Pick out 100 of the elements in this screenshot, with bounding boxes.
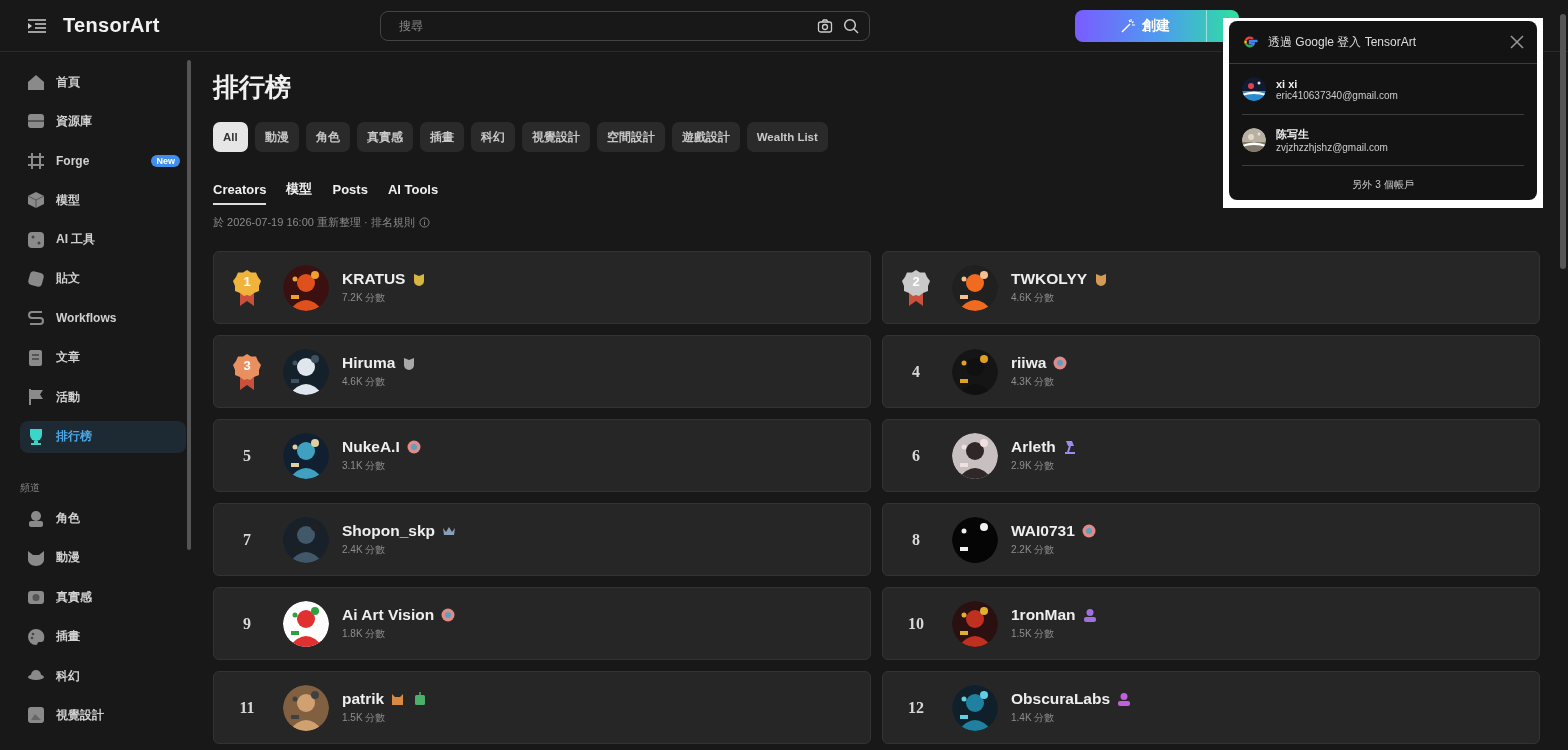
filter-chip[interactable]: 科幻 — [470, 122, 515, 152]
filter-chip[interactable]: Wealth List — [746, 122, 828, 152]
google-icon — [1242, 34, 1258, 50]
menu-icon[interactable] — [28, 18, 46, 33]
filter-chip[interactable]: 視覺設計 — [521, 122, 590, 152]
creator-card[interactable]: 3 Hiruma 4.6K 分數 — [213, 335, 871, 408]
rank-medal: 1 — [232, 268, 262, 307]
search-input[interactable]: 搜尋 — [396, 17, 807, 34]
hash-icon — [26, 150, 46, 171]
tab[interactable]: Posts — [332, 180, 368, 205]
palette-icon — [26, 626, 46, 647]
rank-number: 6 — [912, 446, 920, 465]
creator-card[interactable]: 12 ObscuraLabs 1.4K 分數 — [882, 671, 1540, 744]
account-name: 陈写生 — [1276, 127, 1310, 142]
rank-number: 11 — [239, 698, 255, 717]
logo[interactable]: TensorArt — [63, 14, 160, 37]
page-title: 排行榜 — [213, 72, 291, 102]
sidebar-item[interactable]: 插畫 — [20, 620, 186, 653]
sidebar-item[interactable]: 首頁 — [20, 66, 186, 98]
score: 4.6K 分數 — [342, 375, 387, 389]
score: 3.1K 分數 — [342, 459, 387, 473]
creator-card[interactable]: 10 1ronMan 1.5K 分數 — [882, 587, 1540, 660]
search-icon[interactable] — [842, 17, 859, 34]
filter-chip[interactable]: 遊戲設計 — [671, 122, 740, 152]
tab[interactable]: AI Tools — [387, 180, 439, 205]
wand-icon — [1119, 17, 1136, 34]
filter-chip[interactable]: 插畫 — [419, 122, 464, 152]
rank-number: 7 — [243, 530, 251, 549]
section-title: 頻道 — [20, 480, 41, 495]
filter-chip[interactable]: 真實感 — [356, 122, 413, 152]
flag-icon — [26, 387, 46, 408]
sidebar-item[interactable]: 視覺設計 — [20, 699, 186, 732]
creator-name[interactable]: TWKOLYY — [1011, 270, 1088, 288]
scrollbar[interactable] — [1560, 14, 1566, 269]
person-icon — [26, 508, 46, 529]
sidebar-item[interactable]: 文章 — [20, 341, 186, 374]
update-note: 於 2026-07-19 16:00 重新整理 · 排名規則 — [213, 215, 415, 230]
creator-name[interactable]: ObscuraLabs — [1011, 690, 1111, 708]
sidebar-item[interactable]: 資源庫 — [20, 105, 186, 138]
account-row[interactable]: 陈写生 zvjzhzzhjshz@gmail.com — [1242, 115, 1524, 166]
tab[interactable]: Creators — [213, 180, 267, 205]
new-badge: New — [151, 154, 180, 167]
scrollbar[interactable] — [187, 60, 191, 550]
sidebar-item[interactable]: 模型 — [20, 184, 186, 217]
creator-name[interactable]: KRATUS — [342, 270, 406, 288]
creator-card[interactable]: 4 riiwa 4.3K 分數 — [882, 335, 1540, 408]
score: 1.5K 分數 — [1011, 627, 1056, 641]
rank-number: 8 — [912, 530, 920, 549]
score: 4.3K 分數 — [1011, 375, 1056, 389]
creator-name[interactable]: Arleth — [1011, 438, 1056, 456]
rank-number: 12 — [908, 698, 924, 717]
rank-number: 10 — [908, 614, 924, 633]
sidebar-item[interactable]: 排行榜 — [20, 420, 186, 453]
sidebar-item[interactable]: Workflows — [20, 302, 186, 335]
sidebar-item[interactable]: 貼文 — [20, 262, 186, 295]
creator-name[interactable]: Ai Art Vision — [342, 606, 435, 624]
creator-name[interactable]: NukeA.I — [342, 438, 400, 456]
rank-number: 5 — [243, 446, 251, 465]
creator-name[interactable]: Hiruma — [342, 354, 396, 372]
creator-card[interactable]: 8 WAI0731 2.2K 分數 — [882, 503, 1540, 576]
rank-medal: 3 — [232, 352, 262, 391]
filter-chip[interactable]: All — [213, 122, 248, 152]
account-row[interactable]: xi xi eric410637340@gmail.com — [1242, 64, 1524, 115]
creator-card[interactable]: 7 Shopon_skp 2.4K 分數 — [213, 503, 871, 576]
creator-card[interactable]: 6 Arleth 2.9K 分數 — [882, 419, 1540, 492]
creator-name[interactable]: 1ronMan — [1011, 606, 1076, 624]
sidebar-item[interactable]: AI 工具 — [20, 223, 186, 256]
account-name: xi xi — [1276, 77, 1299, 90]
sidebar-item[interactable]: 角色 — [20, 502, 186, 535]
filter-chip[interactable]: 空間設計 — [596, 122, 665, 152]
sidebar-item[interactable]: 動漫 — [20, 541, 186, 574]
creator-name[interactable]: patrik — [342, 690, 385, 708]
search-bar[interactable]: 搜尋 — [379, 10, 870, 41]
sidebar-item[interactable]: 真實感 — [20, 581, 186, 614]
sidebar-item[interactable]: 科幻 — [20, 660, 186, 693]
creator-name[interactable]: riiwa — [1011, 354, 1047, 372]
filter-chip[interactable]: 動漫 — [254, 122, 299, 152]
dice-icon — [26, 229, 46, 250]
creator-card[interactable]: 11 patrik 1.5K 分數 — [213, 671, 871, 744]
creator-card[interactable]: 5 NukeA.I 3.1K 分數 — [213, 419, 871, 492]
sidebar-item[interactable]: 活動 — [20, 381, 186, 414]
image-icon — [26, 705, 46, 726]
info-icon[interactable] — [418, 217, 430, 228]
creator-card[interactable]: 9 Ai Art Vision 1.8K 分數 — [213, 587, 871, 660]
creator-name[interactable]: Shopon_skp — [342, 522, 435, 540]
tab[interactable]: 模型 — [286, 180, 313, 205]
camera-icon[interactable] — [816, 17, 833, 34]
filter-chip[interactable]: 角色 — [305, 122, 350, 152]
creator-name[interactable]: WAI0731 — [1011, 522, 1075, 540]
sidebar-item[interactable]: Forge New — [20, 144, 186, 177]
more-accounts-link[interactable]: 另外 3 個帳戶 — [1346, 177, 1420, 193]
score: 2.4K 分數 — [342, 543, 387, 557]
dice-icon — [26, 268, 46, 289]
popup-title: 透過 Google 登入 TensorArt — [1268, 33, 1418, 51]
account-email: zvjzhzzhjshz@gmail.com — [1276, 142, 1388, 153]
score: 2.9K 分數 — [1011, 459, 1056, 473]
close-icon[interactable] — [1510, 35, 1524, 49]
creator-card[interactable]: 1 KRATUS 7.2K 分數 — [213, 251, 871, 324]
score: 7.2K 分數 — [342, 291, 387, 305]
score: 1.8K 分數 — [342, 627, 387, 641]
